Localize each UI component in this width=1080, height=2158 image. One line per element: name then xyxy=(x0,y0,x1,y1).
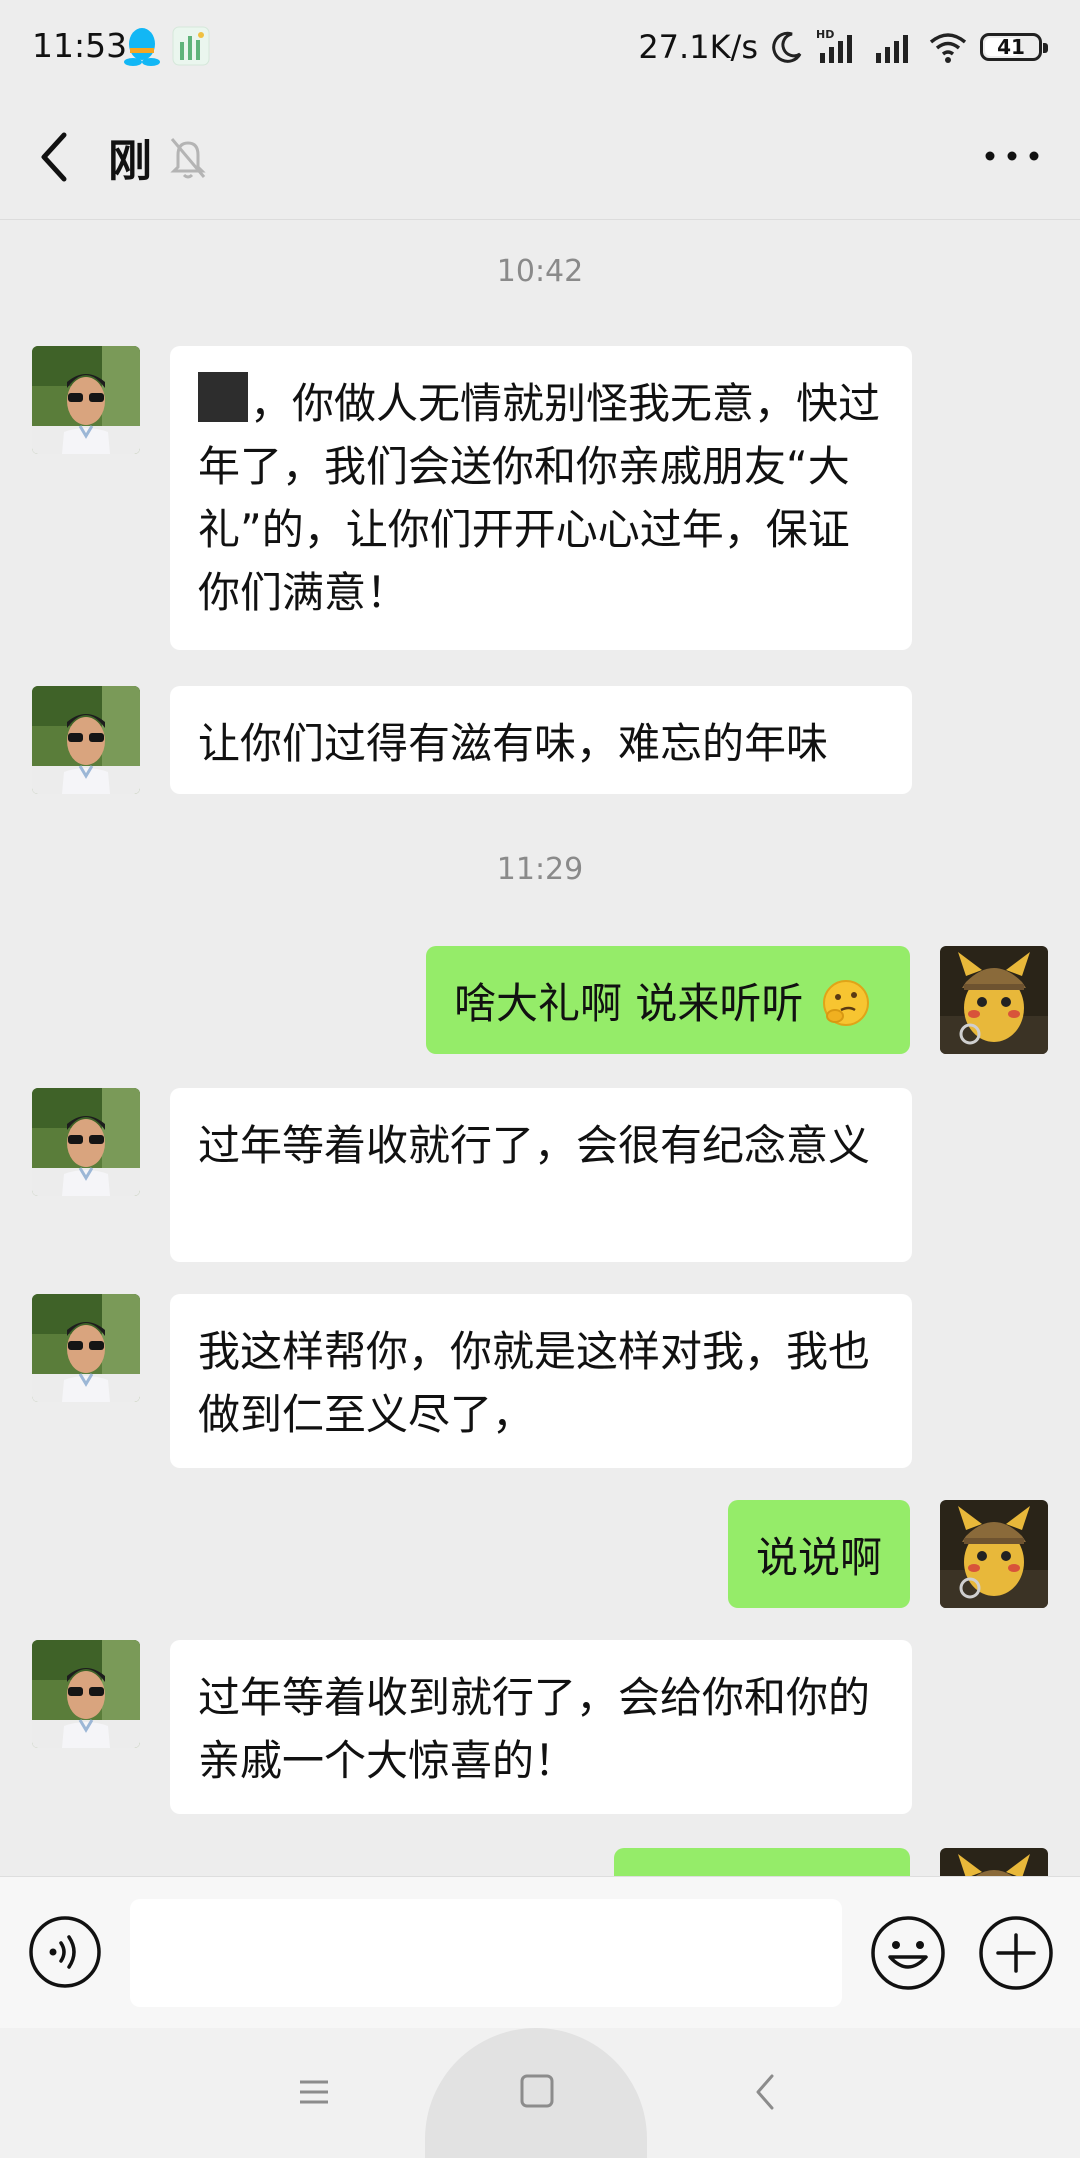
message-bubble-outgoing[interactable] xyxy=(614,1848,910,1876)
thinking-emoji-icon xyxy=(822,980,869,1026)
message-bubble-incoming[interactable]: 我这样帮你，你就是这样对我，我也做到仁至义尽了， xyxy=(170,1294,912,1468)
message-bubble-incoming[interactable]: 让你们过得有滋有味，难忘的年味 xyxy=(170,686,912,794)
menu-icon[interactable] xyxy=(296,2074,332,2110)
message-bubble-outgoing[interactable]: 啥大礼啊 说来听听 xyxy=(426,946,910,1054)
message-bubble-incoming[interactable]: 过年等着收到就行了，会给你和你的亲戚一个大惊喜的！ xyxy=(170,1640,912,1814)
svg-text:HD: HD xyxy=(816,28,834,41)
message-text: 啥大礼啊 说来听听 xyxy=(454,979,804,1028)
message-text: 过年等着收就行了，会很有纪念意义 xyxy=(198,1121,871,1170)
message-list[interactable]: 10:42 ，你做人无情就别怪我无意，快过年了，我们会送你和你亲戚朋友“大礼”的… xyxy=(0,220,1080,1876)
system-nav-bar xyxy=(0,2028,1080,2158)
chat-screen: 11:53 27.1K/s HD 41 刚 10:42 ，你做人无情就别怪我无意… xyxy=(0,0,1080,2158)
network-speed: 27.1K/s xyxy=(638,28,758,66)
contact-avatar[interactable] xyxy=(32,1294,140,1402)
redaction-block xyxy=(198,372,248,422)
message-bubble-incoming[interactable]: 过年等着收就行了，会很有纪念意义 xyxy=(170,1088,912,1262)
moon-icon xyxy=(772,31,802,63)
contact-avatar[interactable] xyxy=(32,346,140,454)
battery-icon: 41 xyxy=(980,33,1048,61)
smiley-icon[interactable] xyxy=(870,1915,946,1991)
message-bubble-outgoing[interactable]: 说说啊 xyxy=(728,1500,910,1608)
message-text: 让你们过得有滋有味，难忘的年味 xyxy=(198,719,829,768)
message-bubble-incoming[interactable]: ，你做人无情就别怪我无意，快过年了，我们会送你和你亲戚朋友“大礼”的，让你们开开… xyxy=(170,346,912,650)
back-icon[interactable] xyxy=(750,2072,780,2112)
contact-avatar[interactable] xyxy=(32,1088,140,1196)
my-avatar[interactable] xyxy=(940,946,1048,1054)
timestamp: 10:42 xyxy=(496,254,584,289)
status-time: 11:53 xyxy=(32,26,128,65)
bell-off-icon xyxy=(170,138,206,179)
chevron-left-icon[interactable] xyxy=(30,127,80,187)
timestamp: 11:29 xyxy=(496,852,584,887)
plus-icon[interactable] xyxy=(978,1915,1054,1991)
wifi-icon xyxy=(929,33,967,63)
app-icon xyxy=(172,26,210,66)
message-text: ，你做人无情就别怪我无意，快过年了，我们会送你和你亲戚朋友“大礼”的，让你们开开… xyxy=(198,379,881,617)
chat-header: 刚 xyxy=(0,95,1080,220)
qq-icon xyxy=(124,28,160,66)
hd-signal-icon: HD xyxy=(816,28,852,63)
voice-icon[interactable] xyxy=(28,1915,102,1989)
message-input[interactable] xyxy=(130,1899,842,2007)
contact-avatar[interactable] xyxy=(32,1640,140,1748)
signal-icon xyxy=(876,35,908,63)
status-bar: 11:53 27.1K/s HD 41 xyxy=(0,0,1080,95)
home-icon[interactable] xyxy=(518,2072,556,2110)
message-text: 过年等着收到就行了，会给你和你的亲戚一个大惊喜的！ xyxy=(198,1673,871,1785)
ellipsis-icon[interactable] xyxy=(982,141,1042,171)
battery-level: 41 xyxy=(997,35,1025,59)
input-bar xyxy=(0,1876,1080,2029)
message-text: 说说啊 xyxy=(756,1533,883,1582)
my-avatar[interactable] xyxy=(940,1848,1048,1876)
message-text: 我这样帮你，你就是这样对我，我也做到仁至义尽了， xyxy=(198,1327,871,1439)
my-avatar[interactable] xyxy=(940,1500,1048,1608)
contact-avatar[interactable] xyxy=(32,686,140,794)
status-right-group: 27.1K/s HD 41 xyxy=(638,24,1048,70)
chat-title: 刚 xyxy=(108,136,152,187)
